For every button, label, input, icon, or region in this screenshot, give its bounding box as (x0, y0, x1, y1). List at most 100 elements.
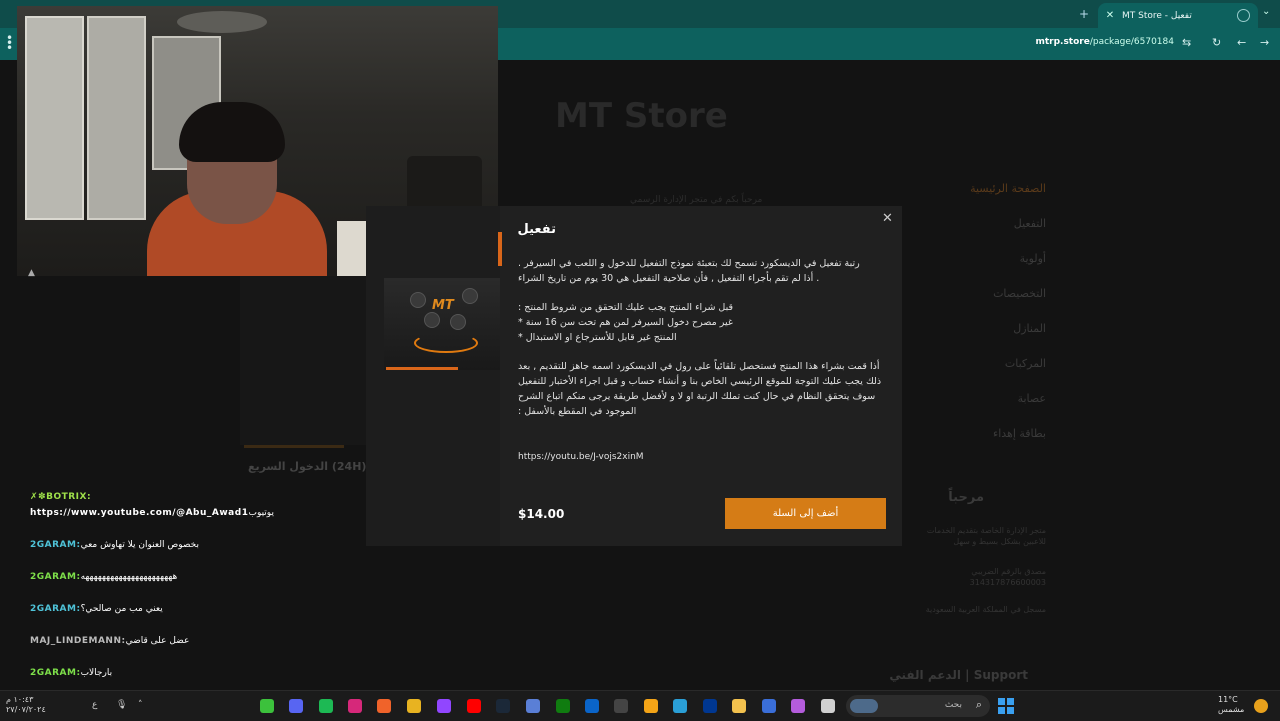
video-link[interactable]: https://youtu.be/J-vojs2xinM (518, 452, 644, 462)
chat-message: ✗✽BOTRIX: (30, 492, 91, 502)
add-to-cart-button[interactable]: أضف إلى السلة (725, 498, 886, 529)
spotify-icon[interactable] (319, 699, 333, 713)
description-line: أذا قمت بشراء هذا المنتج فستحصل تلقائياً… (518, 361, 882, 417)
taskbar-search[interactable]: بحث ⌕ (846, 695, 990, 717)
ceiling-fan (177, 11, 267, 33)
welcome-line: متجر الإدارة الخاصة بتقديم الخدمات (926, 526, 1046, 535)
description-line: غير مصرح دخول السيرفر لمن هم تحت سن 16 س… (518, 317, 733, 328)
welcome-line: مصدق بالرقم الضريبي (971, 567, 1046, 576)
reload-icon[interactable]: ↻ (1212, 36, 1221, 49)
forward-icon[interactable]: → (1260, 36, 1269, 49)
edge-icon[interactable] (673, 699, 687, 713)
tab-mt-store[interactable]: ✕ MT Store - تفعيل (1098, 3, 1258, 28)
tab-favicon-icon (1237, 9, 1250, 22)
chat-text: يعني مب من صالحي؟ (80, 604, 163, 614)
product-price: $14.00 (518, 507, 565, 521)
modal-accent-tab (498, 232, 502, 266)
menu-kebab-icon[interactable]: • • • (6, 32, 13, 54)
welcome-title: مرحباً (948, 490, 984, 505)
chat-text: عضل على قاضي (125, 636, 190, 646)
new-tab-button[interactable]: + (1079, 7, 1089, 21)
input-language[interactable]: ع (92, 700, 97, 710)
tray-chevron-icon[interactable]: ˄ (138, 700, 143, 710)
youtube-icon[interactable] (467, 699, 481, 713)
tab-close-icon[interactable]: ✕ (1104, 10, 1116, 21)
tab-search-chevron-icon[interactable]: ⌄ (1262, 6, 1270, 17)
door-right (87, 16, 146, 220)
balloon-icon (424, 312, 440, 328)
chat-text: يوتيوب (248, 508, 274, 518)
balloon-icon (450, 314, 466, 330)
close-icon[interactable]: ✕ (882, 211, 893, 226)
chat-text: ههههههههههههههههههههههه (80, 572, 178, 582)
collapse-triangle-icon: ▲ (28, 268, 35, 278)
weather-widget[interactable]: 11°C مشمس (1218, 695, 1244, 715)
weather-sun-icon (1254, 699, 1268, 713)
chat-message: 2GARAM:بارجالاب (30, 668, 112, 678)
search-thumbnail (850, 699, 878, 713)
product-ring (414, 333, 478, 353)
sidebar-item[interactable]: بطاقة إهداء (993, 427, 1046, 440)
green-play-icon[interactable] (260, 699, 274, 713)
obs-icon[interactable] (614, 699, 628, 713)
notepad-icon[interactable] (821, 699, 835, 713)
support-title: الدعم الفني | Support (889, 668, 1028, 682)
xbox-icon[interactable] (556, 699, 570, 713)
product-modal: MT تفعيل ✕ رتبة تفعيل في الديسكورد تسمح … (366, 206, 902, 546)
balloon-icon (410, 292, 426, 308)
store-icon[interactable] (762, 699, 776, 713)
chat-text: بارجالاب (80, 668, 113, 678)
rockstar-icon[interactable] (644, 699, 658, 713)
product-card-bg (240, 275, 370, 445)
chat-message: 2GARAM:يعني مب من صالحي؟ (30, 604, 163, 614)
weather-temp: 11°C (1218, 695, 1238, 704)
instagram-icon[interactable] (348, 699, 362, 713)
description-line: رتبة تفعيل في الديسكورد تسمح لك بتعبئة ن… (518, 258, 860, 269)
url-host: mtrp.store (1035, 37, 1090, 47)
twitch-icon[interactable] (437, 699, 451, 713)
modal-description: رتبة تفعيل في الديسكورد تسمح لك بتعبئة ن… (518, 256, 884, 419)
modal-title: تفعيل (517, 222, 557, 237)
sidebar-item[interactable]: المنازل (1013, 322, 1046, 335)
chat-username: 2GARAM: (30, 668, 81, 678)
weather-text: مشمس (1218, 705, 1245, 714)
back-icon[interactable]: ← (1237, 36, 1246, 49)
balloon-icon (462, 288, 478, 304)
tune-icon[interactable]: ⇆ (1182, 36, 1191, 49)
chat-username: 2GARAM: (30, 572, 81, 582)
description-line: قبل شراء المنتج يجب عليك التحقق من شروط … (518, 302, 734, 313)
chat-username: MAJ_LINDEMANN: (30, 636, 126, 646)
sidebar-item[interactable]: أولوية (1020, 252, 1046, 265)
brave-icon[interactable] (377, 699, 391, 713)
apps-icon[interactable] (526, 699, 540, 713)
description-line: . أذا لم تقم بأجراء التفعيل , فأن صلاحية… (518, 273, 820, 284)
chat-message: 2GARAM:بخصوص العنوان يلا تهاوش معي (30, 540, 199, 550)
taskbar: ١٠:٤٣ م ٢٧/٠٧/٢٠٢٤ ع 🎙 ˄ بحث ⌕ 11°C مشمس (0, 690, 1280, 721)
windows-start-icon[interactable] (998, 698, 1014, 714)
chat-message: https://www.youtube.com/@Abu_Awad1يوتيوب (30, 508, 274, 518)
microphone-icon[interactable]: 🎙 (116, 700, 127, 710)
product-name: الدخول السريع (24H) (248, 460, 367, 473)
outlook-icon[interactable] (585, 699, 599, 713)
chrome-icon[interactable] (407, 699, 421, 713)
url-path: /package/6570184 (1089, 37, 1174, 47)
tab-title: MT Store - تفعيل (1122, 10, 1192, 21)
sidebar-item[interactable]: المركبات (1005, 357, 1046, 370)
welcome-line: مسجل في المملكة العربية السعودية (925, 605, 1046, 614)
sidebar-item[interactable]: التفعيل (1014, 217, 1046, 230)
search-icon: ⌕ (975, 698, 982, 711)
door-left (25, 16, 84, 220)
taskbar-clock[interactable]: ١٠:٤٣ م ٢٧/٠٧/٢٠٢٤ (6, 695, 46, 715)
sidebar-item[interactable]: الصفحة الرئيسية (970, 182, 1046, 195)
playstation-icon[interactable] (703, 699, 717, 713)
steam-icon[interactable] (496, 699, 510, 713)
clock-time: ١٠:٤٣ م (6, 695, 34, 704)
url-field[interactable]: mtrp.store/package/6570184 (1035, 37, 1174, 47)
copilot-icon[interactable] (791, 699, 805, 713)
chat-text: بخصوص العنوان يلا تهاوش معي (80, 540, 199, 550)
discord-icon[interactable] (289, 699, 303, 713)
sidebar-item[interactable]: التخصيصات (993, 287, 1046, 300)
sidebar-item[interactable]: عصابة (1018, 392, 1046, 405)
explorer-icon[interactable] (732, 699, 746, 713)
